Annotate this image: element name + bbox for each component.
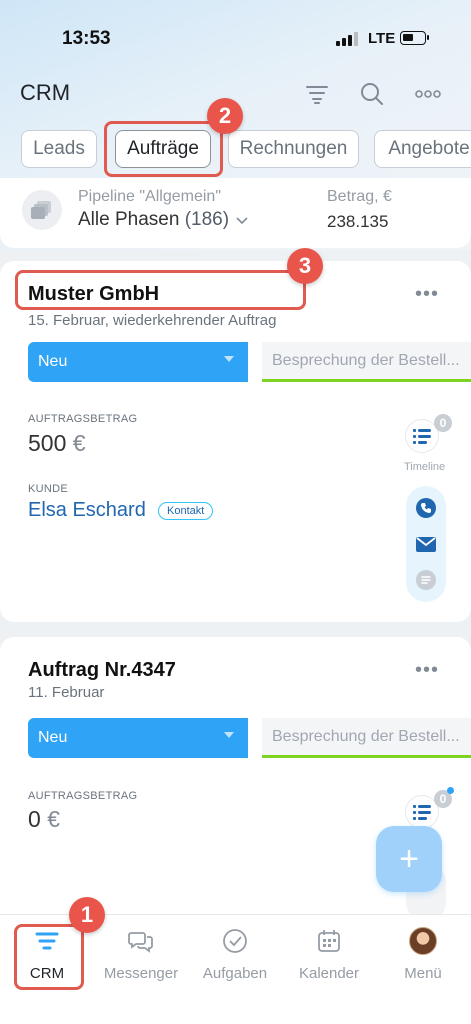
client-label: KUNDE: [28, 483, 69, 495]
filter-icon[interactable]: [303, 80, 331, 108]
stage-current-button[interactable]: Neu: [28, 342, 248, 382]
order-card[interactable]: Muster GmbH 15. Februar, wiederkehrender…: [0, 261, 471, 622]
nav-label: Kalender: [298, 965, 360, 982]
caret-down-icon: [224, 732, 234, 738]
nav-item-messenger[interactable]: Messenger: [94, 927, 188, 987]
network-label: LTE: [368, 30, 396, 47]
pipeline-count: (186): [184, 209, 230, 230]
nav-item-aufgaben[interactable]: Aufgaben: [188, 927, 282, 987]
message-icon[interactable]: [416, 570, 436, 590]
tab-leads[interactable]: Leads: [21, 130, 97, 168]
nav-label: Menü: [404, 965, 442, 982]
client-type-badge: Kontakt: [158, 502, 214, 520]
tab-angebote[interactable]: Angebote: [374, 130, 471, 168]
nav-item-menue[interactable]: Menü: [376, 927, 470, 987]
unread-dot: [447, 787, 454, 794]
card-more-icon[interactable]: •••: [415, 659, 439, 682]
sum-value: 238.135: [327, 212, 389, 231]
timeline-count-badge: 0: [434, 414, 452, 432]
card-title: Auftrag Nr.4347: [28, 659, 176, 681]
status-bar: 13:53 LTE: [0, 0, 471, 70]
caret-down-icon: [224, 356, 234, 362]
card-subtitle: 11. Februar: [28, 684, 105, 701]
amount-label: AUFTRAGSBETRAG: [28, 790, 138, 802]
amount-value: 0 €: [28, 806, 60, 832]
mail-icon[interactable]: [416, 534, 436, 554]
sum-label: Betrag, €: [327, 188, 392, 205]
stage-current-label: Neu: [38, 353, 68, 370]
stage-next-button[interactable]: Besprechung der Bestell...: [262, 342, 471, 382]
stages-icon[interactable]: [22, 190, 62, 230]
nav-label: Messenger: [103, 965, 179, 982]
check-circle-icon: [221, 927, 249, 955]
annotation-highlight-tab: [104, 121, 223, 177]
plus-icon: +: [399, 840, 419, 878]
communication-panel: [406, 486, 446, 602]
avatar: [409, 927, 437, 955]
amount-label: AUFTRAGSBETRAG: [28, 413, 138, 425]
card-more-icon[interactable]: •••: [415, 283, 439, 306]
battery-icon: [400, 31, 429, 45]
status-time: 13:53: [62, 28, 111, 49]
pipeline-label: Pipeline "Allgemein": [78, 188, 221, 205]
pipeline-stage-selector[interactable]: Alle Phasen (186): [78, 209, 248, 231]
annotation-highlight-nav: [14, 924, 84, 990]
pipeline-stage-value: Alle Phasen: [78, 209, 180, 230]
annotation-badge-2: 2: [207, 98, 243, 134]
page-title: CRM: [20, 80, 71, 105]
nav-label: Aufgaben: [202, 965, 268, 982]
calendar-icon: [315, 927, 343, 955]
client-name-link[interactable]: Elsa Eschard: [28, 499, 146, 522]
more-icon[interactable]: [414, 80, 442, 108]
annotation-badge-1: 1: [69, 897, 105, 933]
annotation-highlight-title: [15, 270, 306, 310]
chevron-down-icon: [236, 209, 248, 231]
tab-rechnungen[interactable]: Rechnungen: [228, 130, 359, 168]
add-button[interactable]: +: [376, 826, 442, 892]
card-subtitle: 15. Februar, wiederkehrender Auftrag: [28, 312, 277, 329]
stage-current-label: Neu: [38, 729, 68, 746]
stage-current-button[interactable]: Neu: [28, 718, 248, 758]
phone-icon[interactable]: [416, 498, 436, 518]
stage-next-button[interactable]: Besprechung der Bestell...: [262, 718, 471, 758]
signal-icon: [336, 32, 358, 46]
timeline-label: Timeline: [404, 461, 446, 473]
order-card[interactable]: Auftrag Nr.4347 11. Februar ••• Neu Besp…: [0, 637, 471, 937]
nav-item-kalender[interactable]: Kalender: [282, 927, 376, 987]
entity-tabs: Leads Aufträge Rechnungen Angebote: [21, 130, 471, 168]
pipeline-summary: Pipeline "Allgemein" Alle Phasen (186) B…: [0, 178, 471, 248]
chat-icon: [127, 927, 155, 955]
amount-value: 500 €: [28, 430, 86, 456]
search-icon[interactable]: [358, 80, 386, 108]
annotation-badge-3: 3: [287, 248, 323, 284]
